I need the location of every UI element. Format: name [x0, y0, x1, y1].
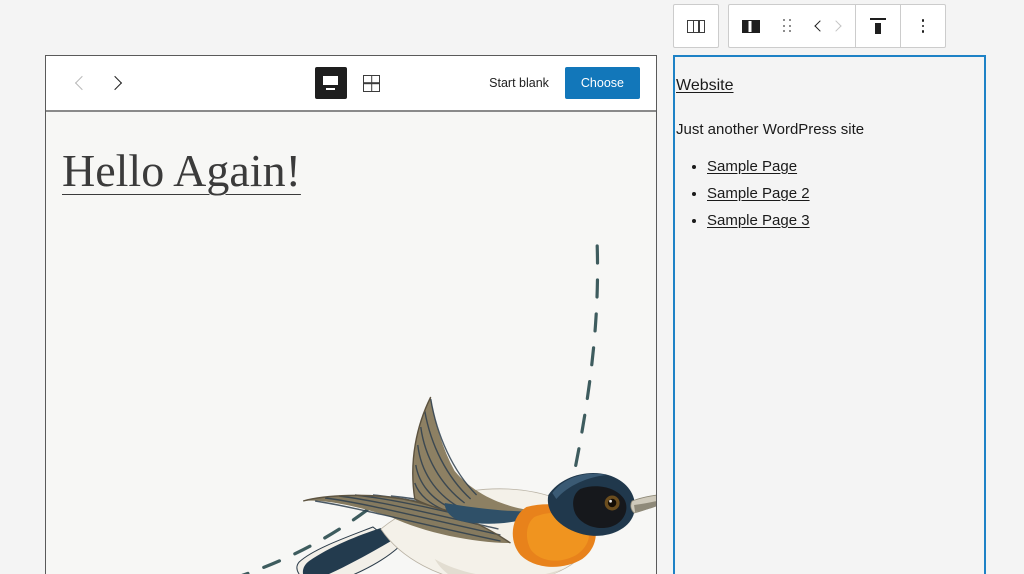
columns-block-button[interactable]	[674, 5, 718, 47]
site-preview-panel[interactable]: Website Just another WordPress site Samp…	[673, 55, 986, 574]
chevron-right-icon	[107, 75, 122, 91]
move-up-icon	[814, 20, 826, 32]
list-item: Sample Page	[707, 158, 984, 175]
template-part-icon	[742, 19, 760, 33]
block-type-button[interactable]	[729, 5, 773, 47]
pattern-modal-header: Start blank Choose	[46, 56, 656, 112]
move-block-buttons[interactable]	[801, 5, 855, 47]
site-title-link[interactable]: Website	[675, 77, 734, 95]
align-top-icon	[870, 18, 886, 34]
document-tools-group	[673, 4, 719, 48]
columns-block-icon	[687, 19, 705, 33]
single-preview-icon	[322, 76, 339, 90]
nav-link-sample-page-2[interactable]: Sample Page 2	[707, 185, 810, 202]
start-blank-button[interactable]: Start blank	[485, 70, 553, 96]
move-down-icon	[830, 20, 842, 32]
list-item: Sample Page 2	[707, 185, 984, 202]
list-item: Sample Page 3	[707, 212, 984, 229]
more-options-icon	[921, 18, 925, 34]
block-controls-group	[728, 4, 946, 48]
site-navigation-list: Sample Page Sample Page 2 Sample Page 3	[675, 158, 984, 229]
vertical-alignment-button[interactable]	[856, 5, 900, 47]
grid-view-button[interactable]	[356, 67, 388, 99]
flying-bird-illustration	[296, 396, 656, 574]
pattern-preview-modal: Start blank Choose Hello Again!	[45, 55, 657, 574]
pattern-navigation	[66, 69, 130, 97]
pattern-canvas[interactable]: Hello Again!	[46, 112, 656, 574]
choose-button[interactable]: Choose	[564, 67, 640, 99]
grid-view-icon	[363, 74, 380, 92]
site-tagline: Just another WordPress site	[676, 121, 865, 138]
pattern-modal-actions: Start blank Choose	[485, 67, 640, 99]
pattern-illustration	[241, 244, 656, 574]
screen: Start blank Choose Hello Again! Website …	[0, 0, 1024, 574]
drag-handle-button[interactable]	[773, 5, 801, 47]
next-pattern-button[interactable]	[102, 69, 130, 97]
more-options-button[interactable]	[901, 5, 945, 47]
single-pattern-view-button[interactable]	[314, 67, 347, 99]
previous-pattern-button[interactable]	[66, 69, 94, 97]
block-toolbar	[673, 4, 946, 48]
chevron-left-icon	[74, 75, 89, 91]
nav-link-sample-page-3[interactable]: Sample Page 3	[707, 212, 810, 229]
drag-handle-icon	[782, 19, 792, 33]
nav-link-sample-page[interactable]: Sample Page	[707, 158, 797, 175]
